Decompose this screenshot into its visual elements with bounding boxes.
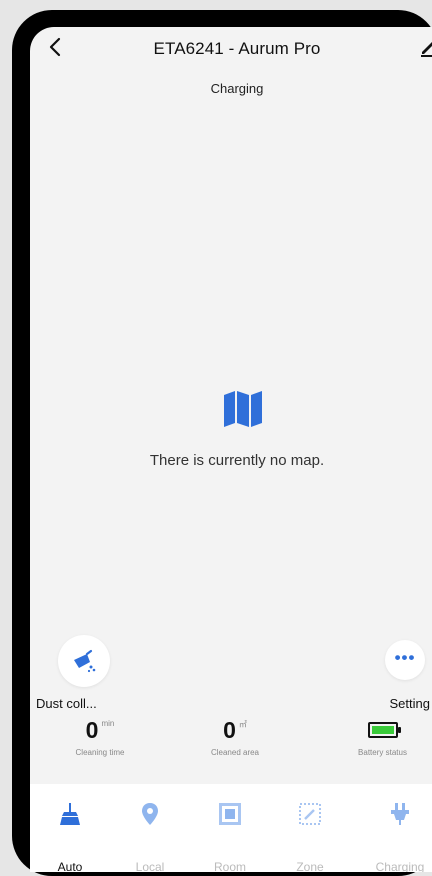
cleaned-area-unit: ㎡ (238, 720, 247, 729)
mode-room[interactable]: Room (190, 784, 270, 872)
page-title: ETA6241 - Aurum Pro (153, 39, 321, 58)
broom-icon (74, 649, 96, 673)
setting-button[interactable]: ••• (385, 640, 425, 680)
mode-zone[interactable]: Zone (270, 784, 350, 872)
mode-auto[interactable]: Auto (30, 784, 110, 872)
app-screen: ETA6241 - Aurum Pro Charging There is cu… (30, 27, 432, 872)
battery-icon (367, 722, 401, 738)
phone-frame: ETA6241 - Aurum Pro Charging There is cu… (12, 10, 432, 876)
setting-label: Setting (389, 696, 430, 711)
battery-status-label: Battery status (358, 748, 407, 757)
cleaned-area-stat: 0 ㎡ Cleaned area (170, 715, 300, 757)
top-bar: ETA6241 - Aurum Pro (30, 27, 432, 67)
cleaning-time-unit: min (101, 719, 115, 728)
map-icon (224, 391, 262, 427)
room-icon (219, 803, 241, 825)
mode-bar: Auto Local Room Zone Charging (30, 784, 432, 872)
zone-icon (299, 803, 321, 825)
cleaned-area-label: Cleaned area (210, 748, 260, 757)
device-status: Charging (210, 81, 264, 96)
mode-charging[interactable]: Charging (360, 784, 432, 872)
edit-icon[interactable] (416, 35, 432, 59)
cleaning-time-value: 0 (85, 717, 99, 743)
broom-icon (60, 803, 80, 825)
cleaned-area-value: 0 (223, 717, 236, 743)
battery-status-stat: Battery status (325, 715, 432, 757)
no-map-message: There is currently no map. (149, 452, 325, 469)
plug-icon (391, 803, 409, 825)
dust-collection-label: Dust coll... (36, 696, 97, 711)
location-pin-icon (142, 803, 158, 825)
dust-collection-button[interactable] (58, 635, 110, 687)
mode-local[interactable]: Local (110, 784, 190, 872)
cleaning-time-label: Cleaning time (75, 748, 125, 757)
cleaning-time-stat: 0 min Cleaning time (35, 715, 165, 757)
more-dots-icon: ••• (394, 648, 416, 667)
